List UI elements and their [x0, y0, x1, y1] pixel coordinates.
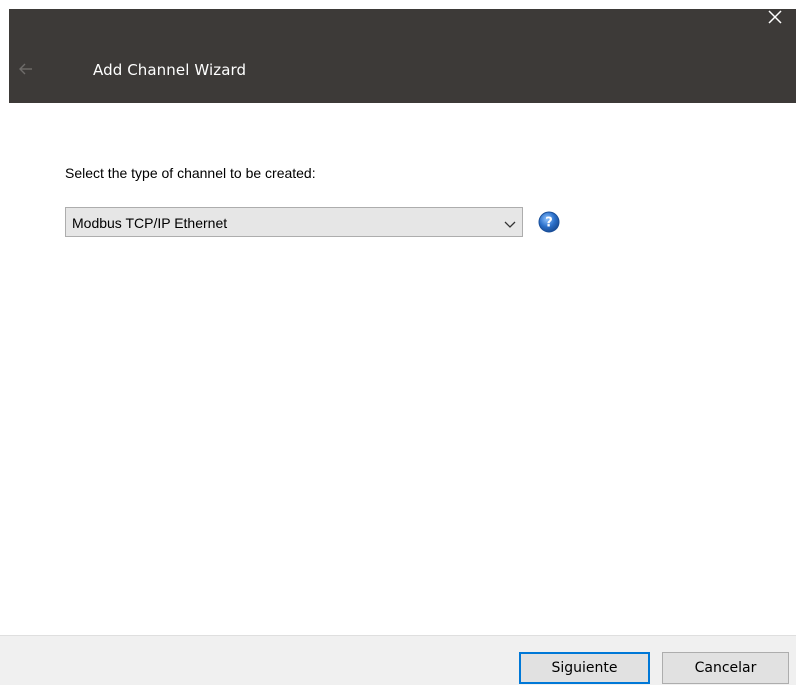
back-arrow-icon[interactable] [18, 61, 34, 77]
svg-text:?: ? [545, 216, 553, 231]
channel-type-selected-value: Modbus TCP/IP Ethernet [72, 215, 228, 231]
wizard-title: Add Channel Wizard [93, 61, 247, 79]
wizard-header: Add Channel Wizard [9, 9, 796, 103]
cancel-button[interactable]: Cancelar [662, 652, 789, 684]
add-channel-wizard-window: Add Channel Wizard Select the type of ch… [0, 0, 796, 685]
help-question-icon[interactable]: ? [538, 211, 560, 233]
chevron-down-icon [504, 217, 516, 228]
next-button[interactable]: Siguiente [519, 652, 650, 684]
channel-type-select[interactable]: Modbus TCP/IP Ethernet [65, 207, 523, 237]
wizard-content: Select the type of channel to be created… [0, 103, 796, 635]
channel-type-prompt: Select the type of channel to be created… [65, 165, 316, 181]
window-top-strip [0, 0, 796, 9]
close-icon[interactable] [763, 5, 787, 29]
wizard-footer: Siguiente Cancelar [0, 635, 796, 685]
